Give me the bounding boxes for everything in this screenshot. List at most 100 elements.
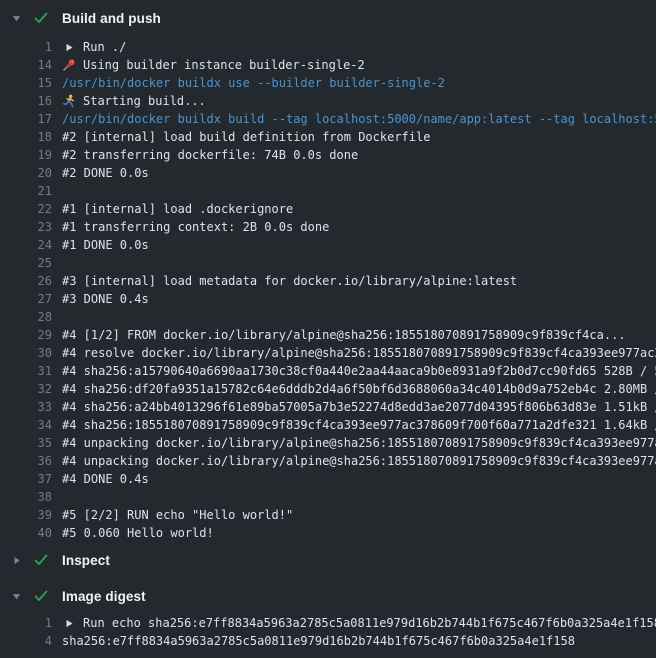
line-number-link[interactable]: 36 [0, 454, 52, 468]
log-line: 37 #4 DONE 0.4s [0, 470, 656, 488]
line-content: #4 [1/2] FROM docker.io/library/alpine@s… [62, 328, 626, 342]
line-content: #1 [internal] load .dockerignore [62, 202, 293, 216]
log-line: 4 sha256:e7ff8834a5963a2785c5a0811e979d1… [0, 632, 656, 650]
line-content: #1 DONE 0.0s [62, 238, 149, 252]
log-line: 26 #3 [internal] load metadata for docke… [0, 272, 656, 290]
line-number-link[interactable]: 14 [0, 58, 52, 72]
line-content: Run ./ [83, 40, 126, 54]
line-number-link[interactable]: 34 [0, 418, 52, 432]
line-number-link[interactable]: 23 [0, 220, 52, 234]
log-line: 21 [0, 182, 656, 200]
log-line: 31 #4 sha256:a15790640a6690aa1730c38cf0a… [0, 362, 656, 380]
line-number-link[interactable]: 20 [0, 166, 52, 180]
log-line-text: #4 sha256:a15790640a6690aa1730c38cf0a440… [62, 364, 656, 378]
log-line-text: #4 [1/2] FROM docker.io/library/alpine@s… [62, 328, 626, 342]
log-line: 35 #4 unpacking docker.io/library/alpine… [0, 434, 656, 452]
line-content: #2 transferring dockerfile: 74B 0.0s don… [62, 148, 358, 162]
line-content: #4 sha256:185518070891758909c9f839cf4ca3… [62, 418, 656, 432]
line-number-link[interactable]: 21 [0, 184, 52, 198]
line-number-link[interactable]: 18 [0, 130, 52, 144]
section-title: Build and push [62, 11, 161, 26]
line-number-link[interactable]: 38 [0, 490, 52, 504]
line-number-link[interactable]: 25 [0, 256, 52, 270]
expander-icon[interactable] [62, 616, 76, 630]
line-number-link[interactable]: 35 [0, 436, 52, 450]
log-line: 39 #5 [2/2] RUN echo "Hello world!" [0, 506, 656, 524]
line-number-link[interactable]: 4 [0, 634, 52, 648]
line-number-link[interactable]: 39 [0, 508, 52, 522]
log-line: 27 #3 DONE 0.4s [0, 290, 656, 308]
line-content: Run echo sha256:e7ff8834a5963a2785c5a081… [83, 616, 656, 630]
log-line-text: #2 transferring dockerfile: 74B 0.0s don… [62, 148, 358, 162]
line-content: #4 sha256:df20fa9351a15782c64e6dddb2d4a6… [62, 382, 656, 396]
section-title: Inspect [62, 553, 110, 568]
check-icon [32, 587, 50, 605]
log-line-text: #2 DONE 0.0s [62, 166, 149, 180]
chevron-down-icon [8, 588, 24, 604]
chevron-right-icon [8, 552, 24, 568]
log-line-text: Using builder instance builder-single-2 [62, 58, 365, 72]
line-content: #4 resolve docker.io/library/alpine@sha2… [62, 346, 656, 360]
expander-icon[interactable] [62, 40, 76, 54]
line-content: #4 sha256:a24bb4013296f61e89ba57005a7b3e… [62, 400, 656, 414]
check-icon [32, 9, 50, 27]
line-number-link[interactable]: 24 [0, 238, 52, 252]
log-line-text: #5 0.060 Hello world! [62, 526, 214, 540]
log-line: 30 #4 resolve docker.io/library/alpine@s… [0, 344, 656, 362]
line-number-link[interactable]: 16 [0, 94, 52, 108]
line-content: /usr/bin/docker buildx build --tag local… [62, 112, 656, 126]
line-number-link[interactable]: 17 [0, 112, 52, 126]
line-content: #5 [2/2] RUN echo "Hello world!" [62, 508, 293, 522]
line-number-link[interactable]: 37 [0, 472, 52, 486]
log-line: 1 Run echo sha256:e7ff8834a5963a2785c5a0… [0, 614, 656, 632]
log-line: 22 #1 [internal] load .dockerignore [0, 200, 656, 218]
log-line: 16 Starting build... [0, 92, 656, 110]
log-line: 40 #5 0.060 Hello world! [0, 524, 656, 542]
line-number-link[interactable]: 1 [0, 616, 52, 630]
log-line: 18 #2 [internal] load build definition f… [0, 128, 656, 146]
line-number-link[interactable]: 40 [0, 526, 52, 540]
line-number-link[interactable]: 1 [0, 40, 52, 54]
line-number-link[interactable]: 19 [0, 148, 52, 162]
line-number-link[interactable]: 29 [0, 328, 52, 342]
log-line-text: #3 [internal] load metadata for docker.i… [62, 274, 517, 288]
log-line: 1 Run ./ [0, 38, 656, 56]
line-content: #4 unpacking docker.io/library/alpine@sh… [62, 436, 656, 450]
log-line-text: #1 transferring context: 2B 0.0s done [62, 220, 329, 234]
log-line-text: Run echo sha256:e7ff8834a5963a2785c5a081… [62, 616, 656, 630]
log-line: 25 [0, 254, 656, 272]
log-line-text: #4 sha256:a24bb4013296f61e89ba57005a7b3e… [62, 400, 656, 414]
log-line: 24 #1 DONE 0.0s [0, 236, 656, 254]
line-number-link[interactable]: 30 [0, 346, 52, 360]
line-content: /usr/bin/docker buildx use --builder bui… [62, 76, 445, 90]
runner-icon [62, 94, 76, 108]
line-number-link[interactable]: 15 [0, 76, 52, 90]
line-content: #4 sha256:a15790640a6690aa1730c38cf0a440… [62, 364, 656, 378]
log-line-text: /usr/bin/docker buildx use --builder bui… [62, 76, 445, 90]
line-number-link[interactable]: 32 [0, 382, 52, 396]
log-line: 29 #4 [1/2] FROM docker.io/library/alpin… [0, 326, 656, 344]
line-number-link[interactable]: 26 [0, 274, 52, 288]
line-content: #2 [internal] load build definition from… [62, 130, 430, 144]
line-number-link[interactable]: 31 [0, 364, 52, 378]
line-content: #4 unpacking docker.io/library/alpine@sh… [62, 454, 656, 468]
line-number-link[interactable]: 22 [0, 202, 52, 216]
section-header-image-digest[interactable]: Image digest [0, 578, 656, 614]
log-line-text: #4 sha256:185518070891758909c9f839cf4ca3… [62, 418, 656, 432]
log-block-build-and-push: 1 Run ./ 14 Using builder instance build… [0, 38, 656, 542]
line-number-link[interactable]: 33 [0, 400, 52, 414]
line-number-link[interactable]: 28 [0, 310, 52, 324]
section-header-inspect[interactable]: Inspect [0, 542, 656, 578]
log-line: 33 #4 sha256:a24bb4013296f61e89ba57005a7… [0, 398, 656, 416]
line-content: sha256:e7ff8834a5963a2785c5a0811e979d16b… [62, 634, 575, 648]
section-header-build-and-push[interactable]: Build and push [0, 0, 656, 36]
line-content: Starting build... [83, 94, 206, 108]
chevron-down-icon [8, 10, 24, 26]
line-content: Using builder instance builder-single-2 [83, 58, 365, 72]
log-line-text: /usr/bin/docker buildx build --tag local… [62, 112, 656, 126]
log-line: 32 #4 sha256:df20fa9351a15782c64e6dddb2d… [0, 380, 656, 398]
line-number-link[interactable]: 27 [0, 292, 52, 306]
log-line-text: #4 sha256:df20fa9351a15782c64e6dddb2d4a6… [62, 382, 656, 396]
log-line: 34 #4 sha256:185518070891758909c9f839cf4… [0, 416, 656, 434]
log-line-text: Starting build... [62, 94, 206, 108]
